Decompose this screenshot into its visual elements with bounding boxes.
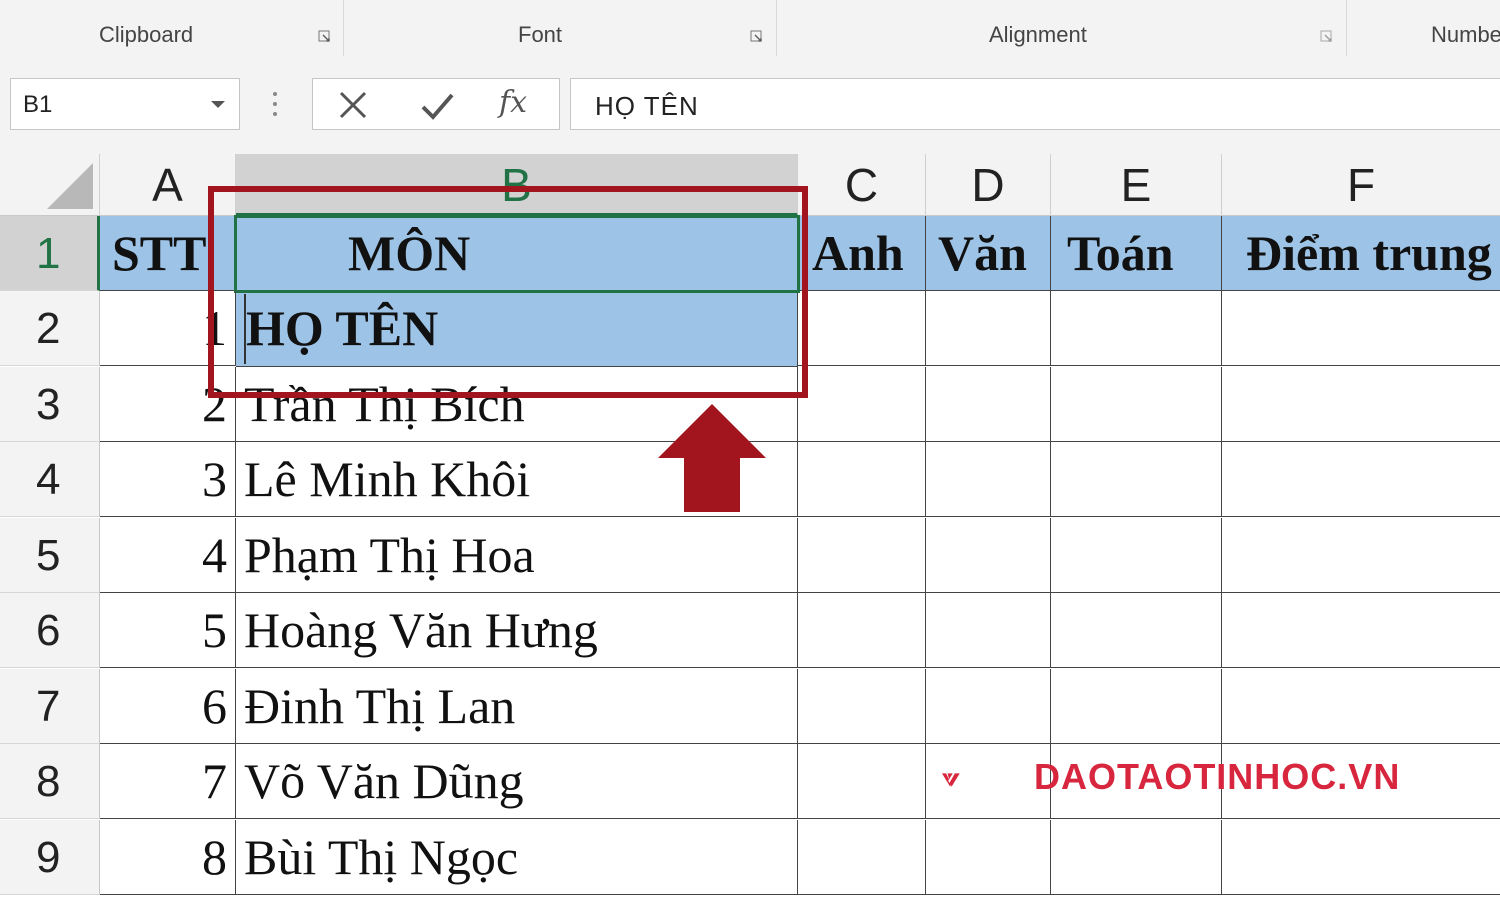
row-header-4[interactable]: 4 [0,442,100,517]
ribbon-group-label: Clipboard [99,22,194,47]
cell-c5[interactable] [798,518,926,593]
cell-e2[interactable] [1051,291,1222,366]
row-header-6[interactable]: 6 [0,593,100,668]
cell-a6[interactable]: 5 [100,593,236,668]
cell-a9[interactable]: 8 [100,820,236,895]
formula-buttons: fx [312,78,560,130]
cell-b9[interactable]: Bùi Thị Ngọc [236,820,798,895]
cell-c4[interactable] [798,442,926,517]
cell-e7[interactable] [1051,669,1222,744]
ribbon-group-labels: Clipboard Font Alignment Numbe [0,0,1500,57]
ribbon-group-label: Font [518,22,563,47]
cell-f4[interactable] [1222,442,1500,517]
cell-b7[interactable]: Đinh Thị Lan [236,669,798,744]
dialog-launcher-icon[interactable] [318,30,332,44]
cell-f1[interactable]: Điểm trung [1222,216,1500,291]
ribbon-group-alignment: Alignment [776,0,1347,56]
cell-a4[interactable]: 3 [100,442,236,517]
cell-f6[interactable] [1222,593,1500,668]
row-header-8[interactable]: 8 [0,744,100,819]
cell-c8[interactable] [798,744,926,819]
cell-d6[interactable] [926,593,1051,668]
cell-c3[interactable] [798,367,926,442]
cell-c6[interactable] [798,593,926,668]
highlight-rectangle [208,186,808,398]
row-header-3[interactable]: 3 [0,367,100,442]
row-header-2[interactable]: 2 [0,291,100,366]
ribbon-group-font: Font [343,0,777,56]
cell-f3[interactable] [1222,367,1500,442]
watermark-logo-icon [942,773,960,787]
enter-check-icon[interactable] [417,85,457,125]
cell-f5[interactable] [1222,518,1500,593]
cell-b8[interactable]: Võ Văn Dũng [236,744,798,819]
column-header-c[interactable]: C [798,154,926,216]
cell-d2[interactable] [926,291,1051,366]
arrow-up-icon [658,404,766,512]
dialog-launcher-icon[interactable] [750,30,764,44]
row-header-7[interactable]: 7 [0,669,100,744]
cell-a5[interactable]: 4 [100,518,236,593]
cell-f9[interactable] [1222,820,1500,895]
cell-e6[interactable] [1051,593,1222,668]
chevron-down-icon[interactable] [211,101,225,108]
cell-e5[interactable] [1051,518,1222,593]
column-header-d[interactable]: D [926,154,1051,216]
column-header-e[interactable]: E [1051,154,1222,216]
formula-input-value: HỌ TÊN [595,91,699,121]
select-all-button[interactable] [0,154,100,216]
column-header-f[interactable]: F [1222,154,1500,216]
cancel-icon[interactable] [333,85,373,125]
cell-e4[interactable] [1051,442,1222,517]
cell-d1[interactable]: Văn [926,216,1051,291]
ribbon-group-clipboard: Clipboard [0,0,344,56]
cell-e3[interactable] [1051,367,1222,442]
cell-c9[interactable] [798,820,926,895]
cell-d7[interactable] [926,669,1051,744]
cell-d4[interactable] [926,442,1051,517]
ribbon-group-label: Numbe [1431,22,1500,47]
watermark-text: DAOTAOTINHOC.VN [1034,756,1401,797]
ribbon-group-number: Numbe [1346,0,1500,56]
row-header-9[interactable]: 9 [0,820,100,895]
cell-d9[interactable] [926,820,1051,895]
formula-bar-row: B1 fx HỌ TÊN [0,56,1500,154]
cell-c7[interactable] [798,669,926,744]
cell-c2[interactable] [798,291,926,366]
cell-e1[interactable]: Toán [1051,216,1222,291]
cell-b6[interactable]: Hoàng Văn Hưng [236,593,798,668]
cell-a8[interactable]: 7 [100,744,236,819]
cell-c1[interactable]: Anh [798,216,926,291]
cell-d5[interactable] [926,518,1051,593]
cell-f7[interactable] [1222,669,1500,744]
row-header-1[interactable]: 1 [0,216,100,291]
insert-function-icon[interactable]: fx [499,85,527,120]
grip-dots-icon[interactable] [272,92,278,118]
select-all-triangle-icon [47,163,93,209]
row-header-5[interactable]: 5 [0,518,100,593]
name-box-value: B1 [23,91,53,118]
cell-d3[interactable] [926,367,1051,442]
formula-input[interactable]: HỌ TÊN [570,78,1500,130]
ribbon-group-label: Alignment [989,22,1087,47]
cell-f2[interactable] [1222,291,1500,366]
cell-a7[interactable]: 6 [100,669,236,744]
name-box[interactable]: B1 [10,78,240,130]
dialog-launcher-icon[interactable] [1320,30,1334,44]
cell-b5[interactable]: Phạm Thị Hoa [236,518,798,593]
cell-e9[interactable] [1051,820,1222,895]
